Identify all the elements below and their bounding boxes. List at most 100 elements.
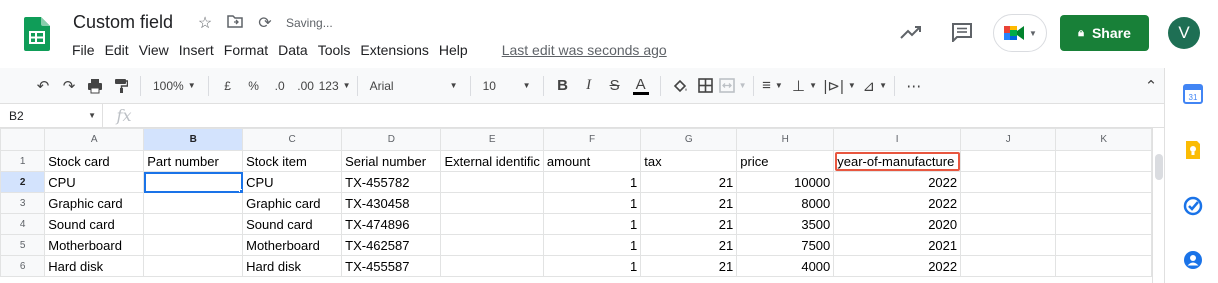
selected-cell[interactable] (143, 171, 244, 193)
fill-handle[interactable] (239, 189, 242, 192)
paint-format-icon[interactable] (108, 73, 134, 99)
merge-cells-icon[interactable]: ▼ (718, 73, 747, 99)
increase-decimal-button[interactable]: .00 (293, 73, 319, 99)
trending-icon[interactable] (899, 22, 923, 42)
last-edit-link[interactable]: Last edit was seconds ago (502, 42, 667, 58)
column-header[interactable]: E (440, 128, 544, 151)
cell[interactable]: Hard disk (44, 255, 145, 277)
cell[interactable]: TX-462587 (341, 234, 442, 256)
cell[interactable]: 21 (640, 234, 738, 256)
cell[interactable]: 2021 (833, 234, 962, 256)
column-header[interactable]: F (542, 128, 642, 151)
row-header[interactable]: 3 (0, 192, 46, 214)
horizontal-align-icon[interactable]: ≡ ▼ (760, 73, 786, 99)
text-rotation-icon[interactable]: ⊿ ▼ (862, 73, 888, 99)
comments-icon[interactable] (951, 22, 973, 42)
contacts-icon[interactable] (1183, 250, 1203, 270)
cell[interactable]: Serial number (341, 150, 442, 172)
cell[interactable]: 1 (542, 171, 642, 193)
borders-icon[interactable] (693, 73, 719, 99)
calendar-icon[interactable]: 31 (1183, 84, 1203, 104)
column-header[interactable]: D (341, 128, 442, 151)
menu-extensions[interactable]: Extensions (360, 42, 435, 58)
fill-color-icon[interactable] (667, 73, 693, 99)
share-button[interactable]: 🔒︎ Share (1060, 15, 1149, 51)
cell[interactable]: 8000 (736, 192, 835, 214)
column-header[interactable]: G (640, 128, 738, 151)
cell[interactable]: External identific (440, 150, 544, 172)
undo-icon[interactable]: ↶ (30, 73, 56, 99)
vertical-scrollbar[interactable] (1152, 128, 1164, 283)
percent-format-button[interactable]: % (241, 73, 267, 99)
cell[interactable]: 21 (640, 255, 738, 277)
cell[interactable]: 10000 (736, 171, 835, 193)
cell[interactable]: Stock item (242, 150, 343, 172)
more-options-icon[interactable]: ⋯ (901, 73, 927, 99)
cell[interactable] (960, 192, 1057, 214)
cell[interactable]: Motherboard (44, 234, 145, 256)
redo-icon[interactable]: ↷ (56, 73, 82, 99)
column-header[interactable]: I (833, 128, 962, 151)
menu-file[interactable]: File (72, 42, 102, 58)
font-size-select[interactable]: 10 ▼ (477, 73, 537, 99)
cell[interactable] (960, 234, 1057, 256)
cell[interactable]: 21 (640, 171, 738, 193)
column-header[interactable]: C (242, 128, 343, 151)
cell[interactable]: 21 (640, 213, 738, 235)
cell[interactable] (960, 171, 1057, 193)
cell[interactable]: 4000 (736, 255, 835, 277)
column-header[interactable]: B (143, 128, 244, 151)
cell[interactable]: 2020 (833, 213, 962, 235)
cell[interactable]: Stock card (44, 150, 145, 172)
cell[interactable]: TX-455587 (341, 255, 442, 277)
row-header[interactable]: 6 (0, 255, 46, 277)
menu-edit[interactable]: Edit (105, 42, 136, 58)
select-all-corner[interactable] (0, 128, 46, 151)
cell[interactable]: Graphic card (242, 192, 343, 214)
cell[interactable]: 1 (542, 192, 642, 214)
cell[interactable]: 1 (542, 255, 642, 277)
cell[interactable] (440, 171, 544, 193)
cell[interactable] (960, 255, 1057, 277)
cell[interactable]: Part number (143, 150, 244, 172)
cell[interactable] (143, 234, 244, 256)
collapse-toolbar-icon[interactable]: ⌃ (1138, 73, 1164, 99)
cell[interactable]: Sound card (44, 213, 145, 235)
cell[interactable]: Motherboard (242, 234, 343, 256)
currency-format-button[interactable]: £ (215, 73, 241, 99)
menu-format[interactable]: Format (224, 42, 275, 58)
formula-input[interactable] (145, 104, 1164, 128)
menu-tools[interactable]: Tools (318, 42, 358, 58)
sheets-logo-icon[interactable] (24, 17, 50, 51)
cell[interactable] (1055, 171, 1152, 193)
cell[interactable] (440, 255, 544, 277)
star-icon[interactable]: ☆ (194, 13, 216, 33)
cell[interactable]: amount (542, 150, 642, 172)
strikethrough-icon[interactable]: S (602, 73, 628, 99)
column-header[interactable]: J (960, 128, 1057, 151)
print-icon[interactable] (82, 73, 108, 99)
cell[interactable]: Hard disk (242, 255, 343, 277)
menu-help[interactable]: Help (439, 42, 475, 58)
document-title[interactable]: Custom field (73, 12, 173, 33)
cell[interactable] (1055, 192, 1152, 214)
cell[interactable]: Graphic card (44, 192, 145, 214)
cell[interactable]: Sound card (242, 213, 343, 235)
scrollbar-thumb[interactable] (1155, 154, 1163, 180)
meet-button[interactable]: ▼ (993, 14, 1047, 52)
cell[interactable] (440, 234, 544, 256)
column-header[interactable]: K (1055, 128, 1152, 151)
row-header[interactable]: 2 (0, 171, 46, 193)
row-header[interactable]: 4 (0, 213, 46, 235)
cell[interactable] (1055, 150, 1152, 172)
font-select[interactable]: Arial ▼ (364, 73, 464, 99)
cell[interactable]: CPU (44, 171, 145, 193)
cell[interactable] (960, 213, 1057, 235)
cell[interactable]: TX-430458 (341, 192, 442, 214)
cell[interactable]: 2022 (833, 171, 962, 193)
cell[interactable] (1055, 213, 1152, 235)
bold-icon[interactable]: B (550, 73, 576, 99)
name-box[interactable]: B2 ▼ (0, 103, 103, 128)
menu-data[interactable]: Data (278, 42, 315, 58)
move-to-folder-icon[interactable] (224, 14, 246, 33)
